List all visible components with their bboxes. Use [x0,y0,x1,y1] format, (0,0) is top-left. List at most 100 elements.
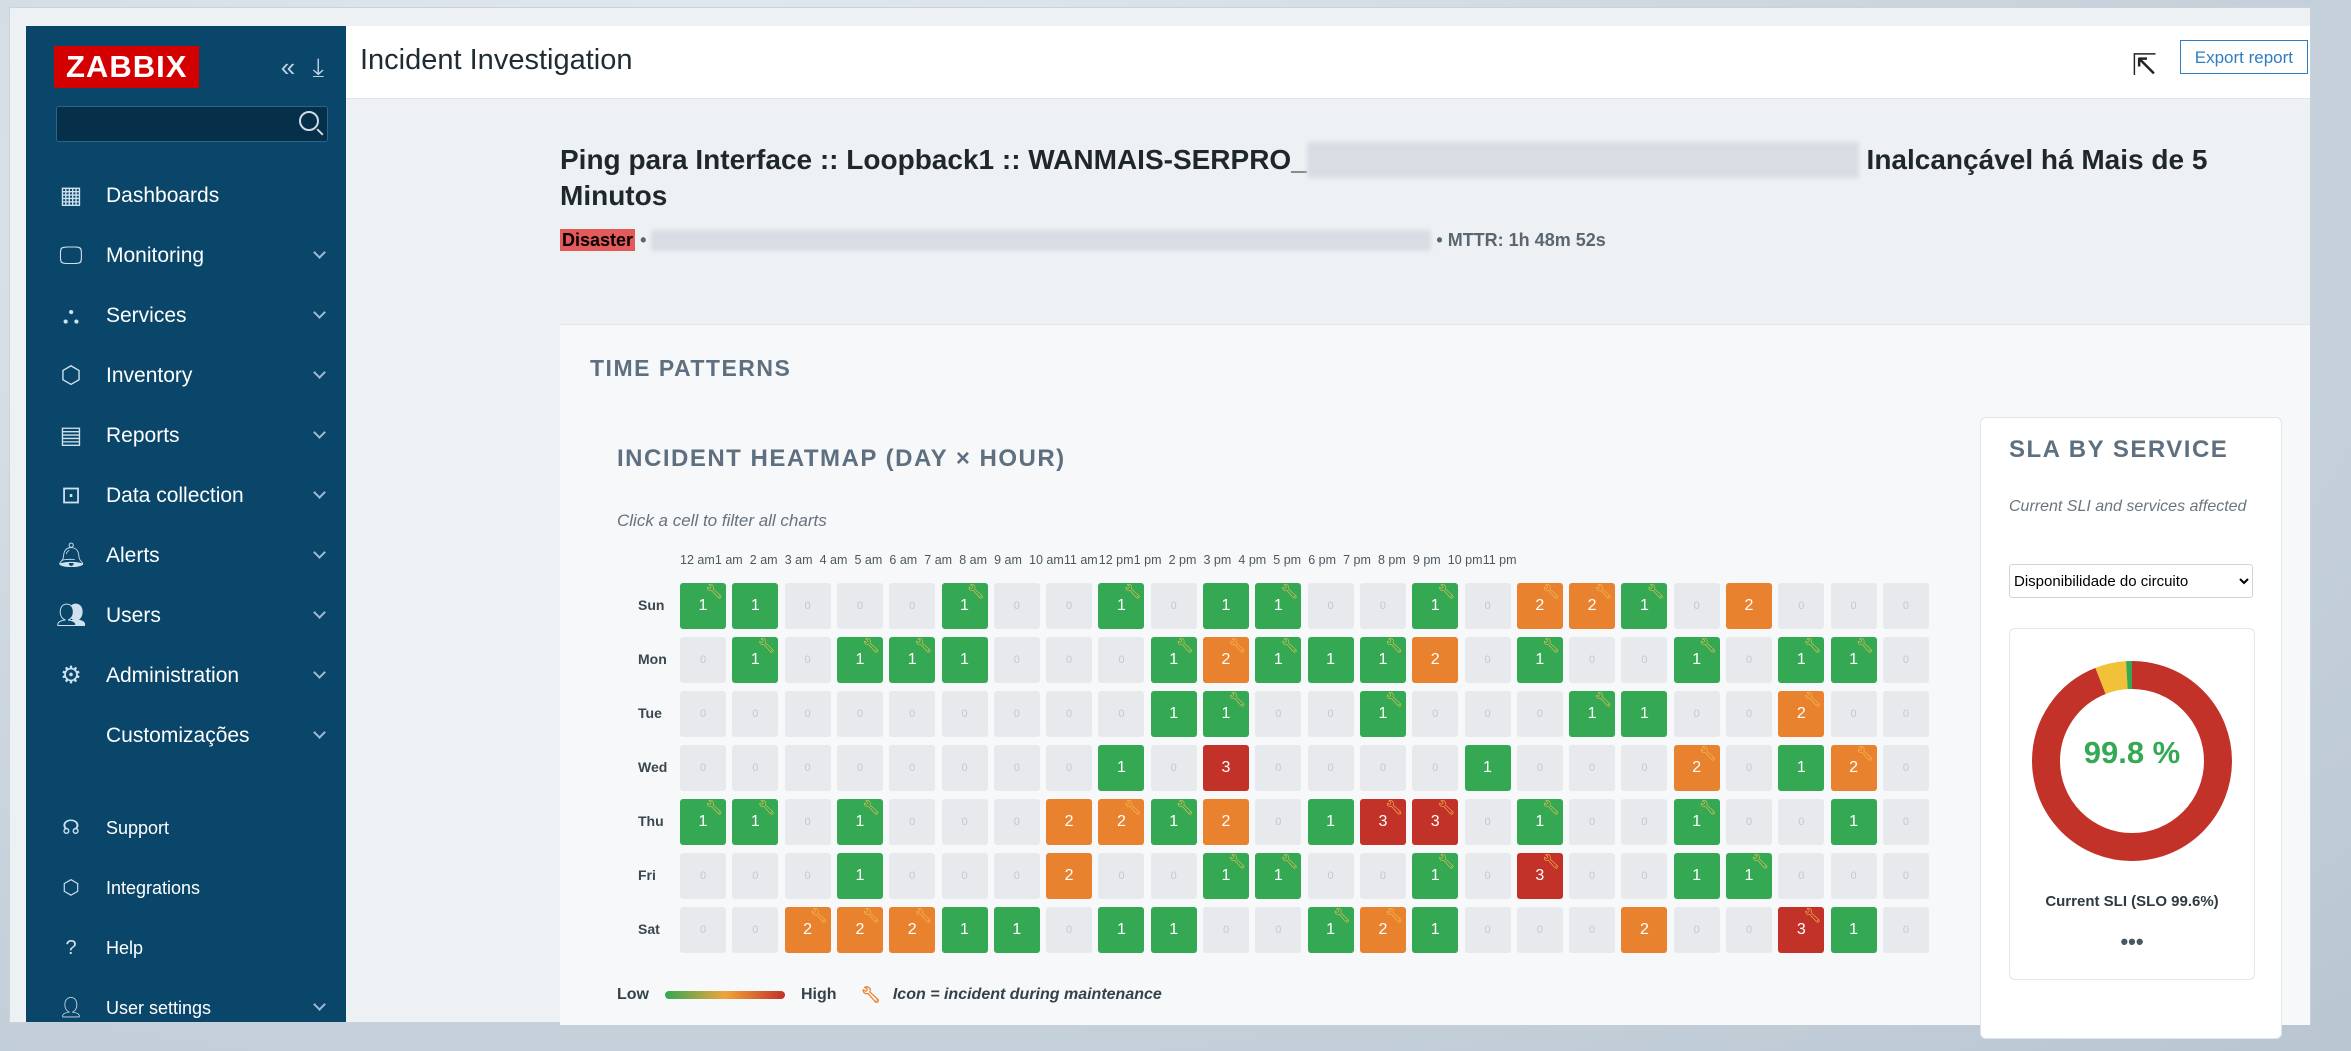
heatmap-cell[interactable]: 0 [1673,907,1720,953]
collapse-sidebar-icon[interactable]: « [281,52,295,82]
heatmap-cell[interactable]: 0 [1307,583,1354,629]
heatmap-cell[interactable]: 0 [1046,691,1093,737]
heatmap-cell[interactable]: 0 [1150,583,1197,629]
heatmap-cell[interactable]: 1 🔧︎ [941,583,988,629]
heatmap-cell[interactable]: 1 [1412,907,1459,953]
heatmap-cell[interactable]: 0 [1307,691,1354,737]
heatmap-cell[interactable]: 0 [1464,583,1511,629]
heatmap-cell[interactable]: 0 [1255,907,1302,953]
sidebar-item-services[interactable]: ⛬ Services [26,286,346,346]
heatmap-cell[interactable]: 3 🔧︎ [1778,907,1825,953]
heatmap-cell[interactable]: 0 [1569,745,1616,791]
heatmap-cell[interactable]: 0 [732,745,779,791]
heatmap-cell[interactable]: 0 [836,691,883,737]
sidebar-item-user-settings[interactable]: 👤︎ User settings [26,978,346,1038]
heatmap-cell[interactable]: 0 [836,745,883,791]
heatmap-cell[interactable]: 1 [941,637,988,683]
heatmap-cell[interactable]: 0 [680,853,726,899]
heatmap-cell[interactable]: 2 [1203,799,1249,845]
heatmap-cell[interactable]: 0 [1516,691,1563,737]
heatmap-cell[interactable]: 0 [1778,799,1825,845]
heatmap-cell[interactable]: 0 [680,745,726,791]
heatmap-cell[interactable]: 1 [941,907,988,953]
heatmap-cell[interactable]: 0 [1046,745,1093,791]
heatmap-cell[interactable]: 1 🔧︎ [1255,853,1302,899]
heatmap-cell[interactable]: 1 [1778,745,1825,791]
sidebar-item-monitoring[interactable]: 🖵 Monitoring [26,226,346,286]
heatmap-cell[interactable]: 0 [1726,745,1772,791]
heatmap-cell[interactable]: 0 [1046,637,1093,683]
heatmap-cell[interactable]: 1 [1150,907,1197,953]
heatmap-cell[interactable]: 1 🔧︎ [1203,691,1249,737]
heatmap-cell[interactable]: 1 [1098,745,1145,791]
heatmap-cell[interactable]: 0 [1778,583,1825,629]
heatmap-cell[interactable]: 0 [1882,583,1929,629]
heatmap-cell[interactable]: 0 [1882,907,1929,953]
heatmap-cell[interactable]: 3 [1203,745,1249,791]
heatmap-cell[interactable]: 1 🔧︎ [1412,583,1459,629]
heatmap-cell[interactable]: 0 [1412,745,1459,791]
heatmap-cell[interactable]: 0 [1359,745,1406,791]
sidebar-item-dashboards[interactable]: ▦ Dashboards [26,166,346,226]
zabbix-logo[interactable]: ZABBIX [54,46,200,88]
heatmap-cell[interactable]: 0 [993,691,1040,737]
heatmap-cell[interactable]: 0 [1830,583,1877,629]
heatmap-cell[interactable]: 1 🔧︎ [889,637,936,683]
heatmap-cell[interactable]: 0 [993,745,1040,791]
export-report-button[interactable]: Export report [2179,40,2308,74]
heatmap-cell[interactable]: 0 [889,799,936,845]
heatmap-cell[interactable]: 3 🔧︎ [1516,853,1563,899]
heatmap-cell[interactable]: 2 [1726,583,1772,629]
heatmap-cell[interactable]: 1 [1830,799,1877,845]
heatmap-cell[interactable]: 3 🔧︎ [1359,799,1406,845]
heatmap-cell[interactable]: 0 [784,745,831,791]
heatmap-cell[interactable]: 0 [732,907,779,953]
heatmap-cell[interactable]: 3 🔧︎ [1412,799,1459,845]
heatmap-cell[interactable]: 2 🔧︎ [889,907,936,953]
heatmap-cell[interactable]: 2 [1046,853,1093,899]
heatmap-cell[interactable]: 0 [1569,637,1616,683]
heatmap-cell[interactable]: 2 [1412,637,1459,683]
heatmap-cell[interactable]: 0 [1150,745,1197,791]
sidebar-item-support[interactable]: ☊ Support [26,798,346,858]
heatmap-cell[interactable]: 2 🔧︎ [1359,907,1406,953]
search-input[interactable] [56,106,328,142]
heatmap-cell[interactable]: 1 🔧︎ [1255,583,1302,629]
heatmap-cell[interactable]: 1 🔧︎ [1673,637,1720,683]
heatmap-cell[interactable]: 0 [1412,691,1459,737]
heatmap-cell[interactable]: 0 [1830,853,1877,899]
heatmap-cell[interactable]: 0 [1569,799,1616,845]
heatmap-cell[interactable]: 0 [1882,745,1929,791]
heatmap-cell[interactable]: 1 🔧︎ [1150,637,1197,683]
heatmap-cell[interactable]: 0 [1569,853,1616,899]
heatmap-cell[interactable]: 0 [1150,853,1197,899]
heatmap-cell[interactable]: 0 [941,853,988,899]
heatmap-cell[interactable]: 0 [1516,745,1563,791]
heatmap-cell[interactable]: 1 [1621,691,1668,737]
heatmap-cell[interactable]: 0 [1726,799,1772,845]
heatmap-cell[interactable]: 2 🔧︎ [836,907,883,953]
heatmap-cell[interactable]: 1 🔧︎ [1359,637,1406,683]
heatmap-cell[interactable]: 0 [1673,691,1720,737]
heatmap-cell[interactable]: 1 🔧︎ [1778,637,1825,683]
service-select[interactable]: Disponibilidade do circuito [2009,564,2253,598]
sidebar-item-help[interactable]: ? Help [26,918,346,978]
heatmap-cell[interactable]: 0 [1359,583,1406,629]
heatmap-cell[interactable]: 2 🔧︎ [784,907,831,953]
heatmap-cell[interactable]: 0 [1621,799,1668,845]
heatmap-cell[interactable]: 1 🔧︎ [1150,799,1197,845]
heatmap-cell[interactable]: 0 [1882,799,1929,845]
sidebar-item-integrations[interactable]: ⬡ Integrations [26,858,346,918]
heatmap-cell[interactable]: 1 🔧︎ [1569,691,1616,737]
heatmap-cell[interactable]: 0 [1359,853,1406,899]
heatmap-cell[interactable]: 1 🔧︎ [1726,853,1772,899]
heatmap-cell[interactable]: 1 [1307,637,1354,683]
heatmap-cell[interactable]: 0 [1726,691,1772,737]
kiosk-mode-icon[interactable]: ⤓ [313,52,325,82]
heatmap-cell[interactable]: 1 [1150,691,1197,737]
heatmap-cell[interactable]: 1 🔧︎ [1621,583,1668,629]
heatmap-cell[interactable]: 0 [784,799,831,845]
heatmap-cell[interactable]: 0 [1778,853,1825,899]
heatmap-cell[interactable]: 0 [993,853,1040,899]
heatmap-cell[interactable]: 1 [993,907,1040,953]
